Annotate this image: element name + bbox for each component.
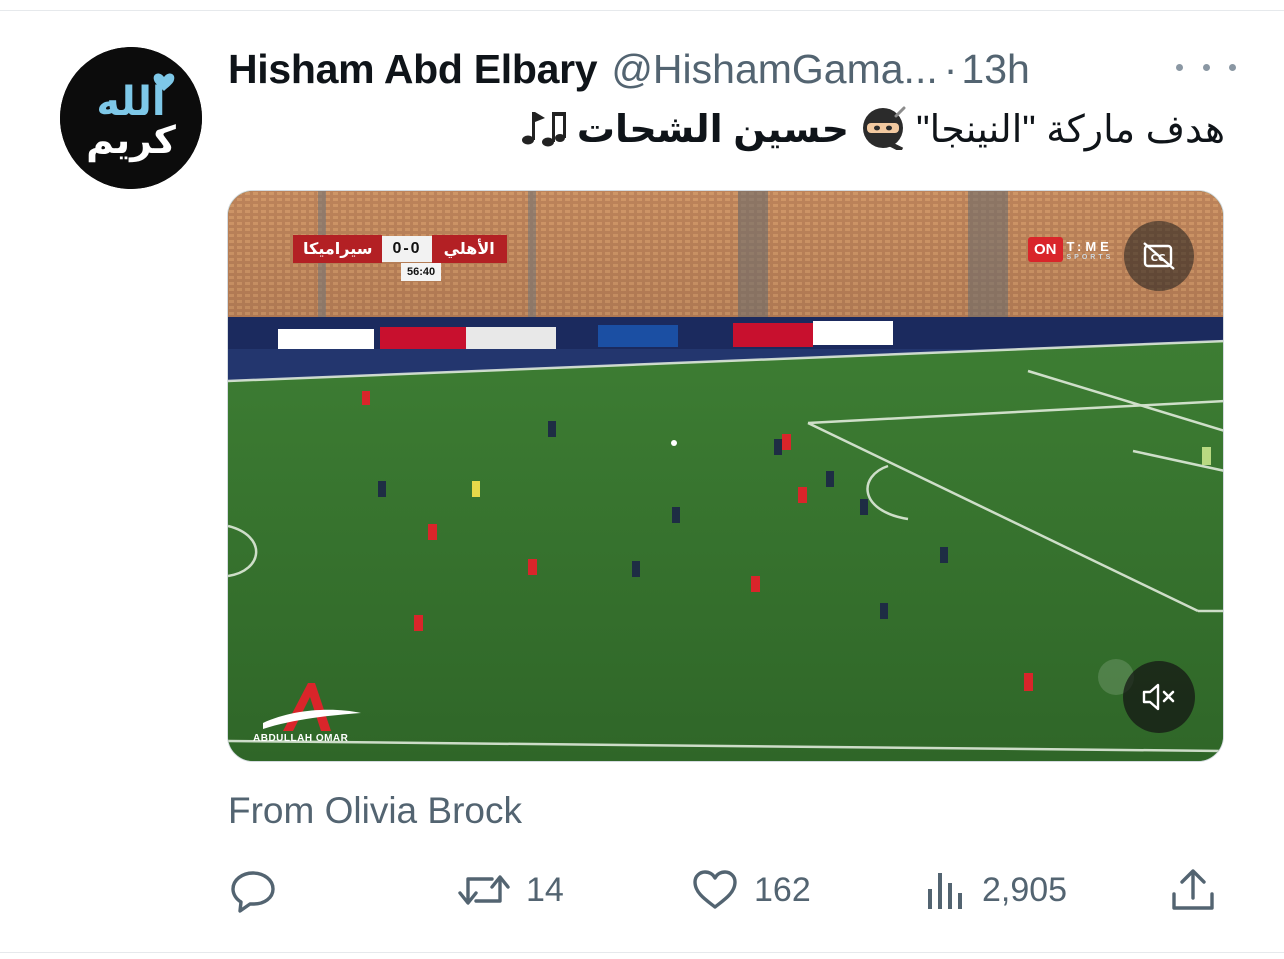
share-icon	[1172, 869, 1214, 910]
tweet-text: هدف ماركة "النينجا" حسين الشحات	[370, 104, 1225, 162]
tweet-header: Hisham Abd Elbary @HishamGama... · 13h	[228, 44, 1236, 94]
source-attribution: From Olivia Brock	[228, 790, 522, 831]
scoreboard-away-team: سيراميكا	[293, 235, 383, 263]
avatar[interactable]: الله كريم	[60, 47, 202, 189]
like-count: 162	[754, 870, 811, 909]
reply-button[interactable]	[228, 864, 278, 916]
heart-icon	[693, 870, 737, 909]
like-button[interactable]: 162	[690, 864, 811, 916]
tweet-text-plain: هدف ماركة "النينجا"	[916, 109, 1225, 152]
watermark-a-icon	[263, 683, 361, 731]
scoreboard-score: 0-0	[382, 236, 432, 262]
unmute-button[interactable]	[1123, 661, 1195, 733]
closed-captions-off-icon: CC	[1143, 242, 1175, 270]
watermark-text: ABDULLAH OMAR	[253, 733, 349, 744]
tweet-text-bold: حسين الشحات	[576, 109, 849, 152]
reply-icon	[231, 871, 275, 913]
channel-sports-label: SPORTS	[1066, 253, 1114, 261]
match-clock: 56:40	[401, 263, 442, 281]
views-chart-icon	[928, 873, 962, 909]
video-frame	[228, 191, 1223, 761]
channel-on-label: ON	[1028, 237, 1063, 262]
musical-notes-emoji-icon	[518, 104, 567, 160]
scoreboard: سيراميكا 0-0 الأهلي	[293, 235, 507, 263]
ninja-emoji-icon	[860, 104, 906, 160]
user-handle[interactable]: @HishamGama...	[611, 46, 937, 93]
bottom-divider	[0, 952, 1284, 953]
retweet-count: 14	[526, 870, 564, 909]
closed-captions-button[interactable]: CC	[1124, 221, 1194, 291]
more-dot	[1176, 63, 1183, 71]
channel-time-label: T:ME	[1066, 238, 1113, 254]
top-divider	[0, 10, 1284, 11]
tweet-action-bar: 14 162 2,905	[228, 864, 1228, 916]
scoreboard-home-team: الأهلي	[431, 235, 507, 263]
display-name[interactable]: Hisham Abd Elbary	[228, 46, 598, 93]
views-button[interactable]: 2,905	[924, 864, 1067, 916]
share-button[interactable]	[1170, 864, 1216, 916]
more-options-button[interactable]	[1176, 52, 1236, 82]
retweet-icon	[458, 875, 510, 905]
avatar-logo: الله كريم	[60, 47, 202, 189]
retweet-button[interactable]: 14	[456, 864, 564, 916]
channel-badge: ON T:ME SPORTS	[1028, 237, 1113, 262]
header-separator: ·	[943, 45, 958, 92]
more-dot	[1202, 63, 1210, 71]
tweet-timestamp[interactable]: 13h	[961, 46, 1029, 93]
watermark-logo: ABDULLAH OMAR	[253, 679, 363, 749]
views-count: 2,905	[982, 870, 1068, 909]
video-player[interactable]: سيراميكا 0-0 الأهلي 56:40 ON T:ME SPORTS…	[227, 190, 1224, 762]
more-dot	[1229, 63, 1236, 71]
channel-name: T:ME SPORTS	[1067, 239, 1114, 261]
speaker-muted-icon	[1142, 683, 1175, 711]
avatar-text-bottom: كريم	[86, 118, 177, 163]
